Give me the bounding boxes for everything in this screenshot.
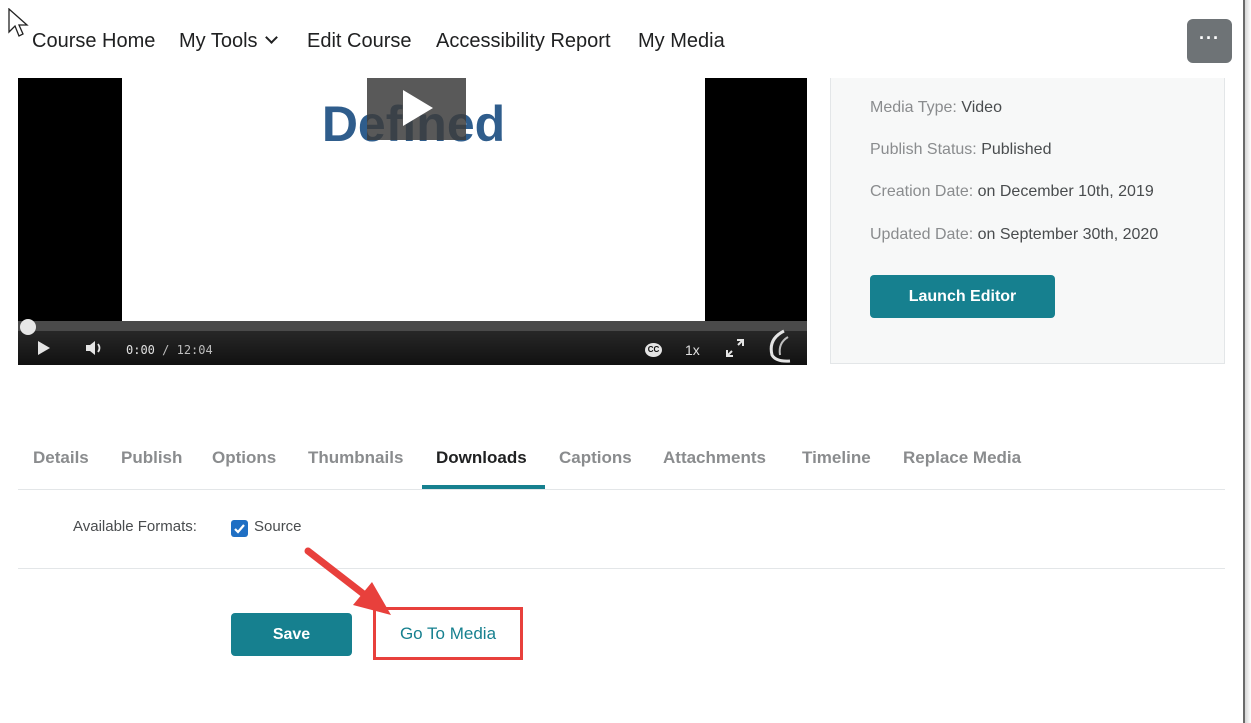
media-type-value: Video [961, 99, 1002, 116]
mouse-cursor-icon [8, 8, 29, 37]
play-control-icon[interactable] [38, 341, 50, 355]
form-divider [18, 568, 1225, 569]
progress-bar[interactable] [18, 319, 807, 335]
save-button[interactable]: Save [231, 613, 352, 656]
nav-course-home[interactable]: Course Home [32, 30, 155, 53]
big-play-button[interactable] [367, 78, 466, 140]
current-time: 0:00 [126, 343, 155, 357]
time-display: 0:00 / 12:04 [126, 343, 213, 357]
launch-editor-button[interactable]: Launch Editor [870, 275, 1055, 318]
creation-date-label: Creation Date: [870, 183, 974, 200]
tab-options[interactable]: Options [212, 448, 276, 468]
tab-captions[interactable]: Captions [559, 448, 632, 468]
media-type-row: Media Type: Video [870, 99, 1002, 117]
playback-speed[interactable]: 1x [685, 342, 700, 358]
updated-date-row: Updated Date: on September 30th, 2020 [870, 226, 1158, 244]
tab-timeline[interactable]: Timeline [802, 448, 871, 468]
tab-details[interactable]: Details [33, 448, 89, 468]
media-type-label: Media Type: [870, 99, 957, 116]
available-formats-label: Available Formats: [73, 518, 197, 535]
nav-my-media[interactable]: My Media [638, 30, 725, 53]
creation-date-row: Creation Date: on December 10th, 2019 [870, 183, 1154, 201]
closed-captions-icon[interactable]: CC [645, 343, 662, 357]
source-label: Source [254, 518, 302, 535]
publish-status-label: Publish Status: [870, 141, 977, 158]
tab-downloads[interactable]: Downloads [436, 448, 527, 468]
tab-attachments[interactable]: Attachments [663, 448, 766, 468]
chevron-down-icon [264, 31, 278, 44]
more-options-button[interactable]: ··· [1187, 19, 1232, 63]
tab-publish[interactable]: Publish [121, 448, 182, 468]
nav-accessibility-report[interactable]: Accessibility Report [436, 30, 611, 53]
volume-icon[interactable] [85, 340, 105, 356]
updated-date-value: on September 30th, 2020 [977, 226, 1159, 243]
source-checkbox[interactable] [231, 520, 248, 537]
media-info-panel: Media Type: Video Publish Status: Publis… [830, 78, 1225, 364]
nav-my-tools[interactable]: My Tools [179, 30, 278, 53]
video-player[interactable]: Defined 0:00 / 12:04 CC 1x [18, 78, 807, 365]
tab-replace-media[interactable]: Replace Media [903, 448, 1021, 468]
publish-status-value: Published [981, 141, 1052, 158]
fullscreen-icon[interactable] [726, 339, 744, 357]
updated-date-label: Updated Date: [870, 226, 974, 243]
nav-my-tools-label: My Tools [179, 30, 258, 52]
kaltura-logo-icon [769, 329, 791, 363]
video-controls: 0:00 / 12:04 CC 1x [18, 319, 807, 365]
tab-thumbnails[interactable]: Thumbnails [308, 448, 403, 468]
go-to-media-link[interactable]: Go To Media [373, 607, 523, 660]
top-navigation: Course Home My Tools Edit Course Accessi… [0, 0, 1243, 78]
creation-date-value: on December 10th, 2019 [977, 183, 1154, 200]
progress-handle[interactable] [20, 319, 36, 335]
checkmark-icon [234, 524, 245, 534]
active-tab-indicator [422, 485, 545, 489]
duration: / 12:04 [162, 343, 213, 357]
media-tabs: Details Publish Options Thumbnails Downl… [18, 438, 1225, 490]
publish-status-row: Publish Status: Published [870, 141, 1051, 159]
window-edge [1243, 0, 1251, 723]
nav-edit-course[interactable]: Edit Course [307, 30, 412, 53]
play-icon [403, 90, 433, 126]
